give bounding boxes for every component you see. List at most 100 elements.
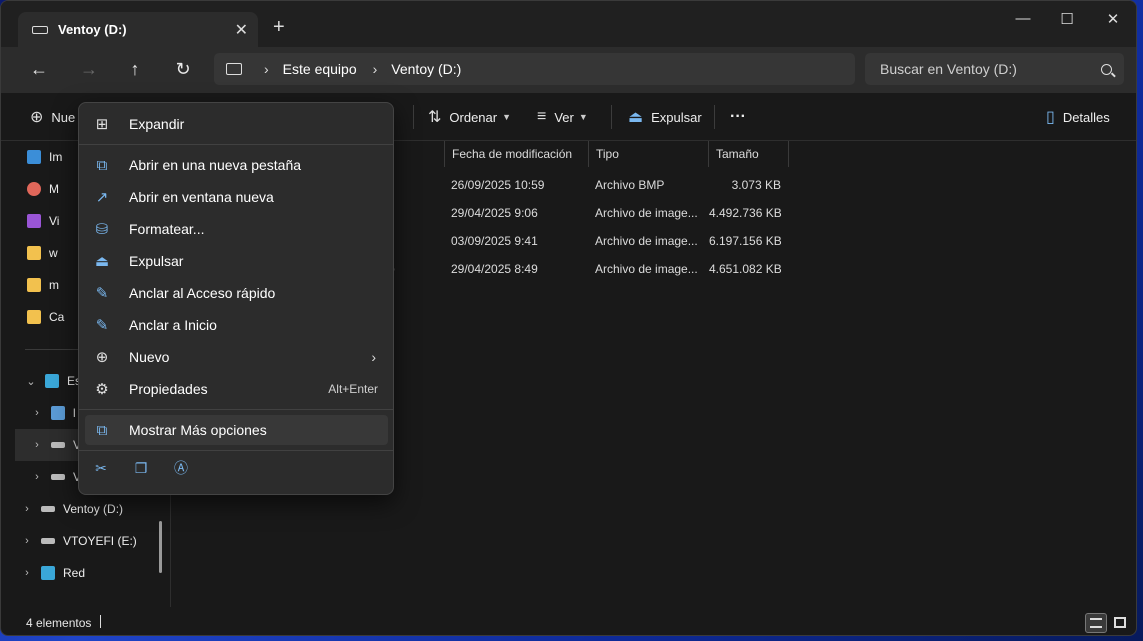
divider <box>714 105 715 129</box>
menu-item-label: Anclar a Inicio <box>129 317 217 333</box>
column-header-date[interactable]: Fecha de modificación <box>444 141 588 167</box>
chevron-right-icon[interactable]: › <box>31 471 43 483</box>
sidebar-item-label: Red <box>63 566 86 580</box>
details-label: Detalles <box>1062 109 1110 125</box>
breadcrumb-ventoy[interactable]: Ventoy (D:) <box>391 61 461 77</box>
this-pc-icon <box>226 63 242 75</box>
music-icon <box>27 182 41 196</box>
drive-icon <box>41 506 55 512</box>
divider <box>611 105 612 129</box>
drive-icon <box>51 442 65 448</box>
column-header-size[interactable]: Tamaño <box>708 141 789 167</box>
new-button[interactable]: ⊕ Nue <box>30 93 75 141</box>
view-button[interactable]: ≡ Ver ▼ <box>537 93 588 141</box>
more-options-icon: ⧉ <box>96 421 108 439</box>
menu-item-label: Propiedades <box>129 381 208 397</box>
close-window-button[interactable]: ✕ <box>1090 10 1136 28</box>
status-bar: 4 elementos <box>1 607 1136 635</box>
breadcrumb-este-equipo[interactable]: Este equipo <box>283 61 357 77</box>
add-icon: ⊕ <box>30 109 44 126</box>
sidebar-item-label: m <box>49 278 59 292</box>
file-type: Archivo de image... <box>595 206 698 220</box>
divider <box>413 105 414 129</box>
cut-icon[interactable]: ✂ <box>93 460 109 476</box>
menu-item-label: Abrir en ventana nueva <box>129 189 274 205</box>
chevron-right-icon[interactable]: › <box>21 535 33 547</box>
format-icon: ⛁ <box>95 221 109 238</box>
pin-icon: ✎ <box>95 285 109 302</box>
close-tab-icon[interactable]: ✕ <box>235 20 248 40</box>
sidebar-item-label: w <box>49 246 58 260</box>
rename-icon[interactable]: Ⓐ <box>173 460 189 476</box>
chevron-right-icon[interactable]: › <box>31 407 43 419</box>
chevron-right-icon[interactable]: › <box>21 567 33 579</box>
sidebar-scrollbar[interactable] <box>159 521 162 573</box>
tab-ventoy[interactable]: Ventoy (D:) ✕ <box>18 12 258 47</box>
chevron-right-icon[interactable]: › <box>31 439 43 451</box>
chevron-down-icon[interactable]: ⌄ <box>25 375 37 388</box>
tiles-view-button[interactable] <box>1109 613 1131 633</box>
more-options-button[interactable]: ··· <box>730 93 746 141</box>
up-button[interactable]: ↑ <box>123 59 147 81</box>
menu-item-new[interactable]: ⊕ Nuevo › <box>85 342 388 372</box>
menu-item-format[interactable]: ⛁ Formatear... <box>85 214 388 244</box>
sort-label: Ordenar <box>449 109 498 125</box>
column-header-type[interactable]: Tipo <box>588 141 708 167</box>
details-view-button[interactable] <box>1085 613 1107 633</box>
chevron-right-icon[interactable]: › <box>373 61 378 77</box>
chevron-right-icon[interactable]: › <box>264 61 269 77</box>
file-date: 26/09/2025 10:59 <box>451 178 545 192</box>
menu-item-pin-quick-access[interactable]: ✎ Anclar al Acceso rápido <box>85 278 388 308</box>
search-box[interactable]: Buscar en Ventoy (D:) <box>865 53 1124 85</box>
file-date: 03/09/2025 9:41 <box>451 234 538 248</box>
status-divider <box>100 615 101 628</box>
drive-icon <box>51 474 65 480</box>
sidebar-item-vtoyefi[interactable]: › VTOYEFI (E:) <box>1 525 159 557</box>
item-count: 4 elementos <box>26 616 92 630</box>
network-icon <box>41 566 55 580</box>
menu-item-label: Formatear... <box>129 221 205 237</box>
address-bar[interactable]: › Este equipo › Ventoy (D:) <box>214 53 855 85</box>
new-tab-button[interactable]: + <box>273 17 285 37</box>
open-tab-icon: ⧉ <box>96 156 108 174</box>
navigation-bar: ← → ↑ ↻ › Este equipo › Ventoy (D:) Busc… <box>1 47 1136 93</box>
forward-button[interactable]: → <box>77 59 101 81</box>
sidebar-item-ventoy[interactable]: › Ventoy (D:) <box>1 493 159 525</box>
drive-icon <box>51 406 65 420</box>
details-button[interactable]: ▯ Detalles <box>1046 93 1110 141</box>
menu-item-pin-start[interactable]: ✎ Anclar a Inicio <box>85 310 388 340</box>
expand-icon: ⊞ <box>95 116 109 133</box>
list-icon <box>1090 618 1102 628</box>
videos-icon <box>27 214 41 228</box>
menu-item-more-options[interactable]: ⧉ Mostrar Más opciones <box>85 415 388 445</box>
sidebar-item-network[interactable]: › Red <box>1 557 159 589</box>
menu-item-open-new-window[interactable]: ↗ Abrir en ventana nueva <box>85 182 388 212</box>
file-size: 6.197.156 KB <box>709 234 781 248</box>
menu-shortcut: Alt+Enter <box>328 382 378 396</box>
sidebar-item-label: l <box>73 406 76 420</box>
file-size: 4.492.736 KB <box>709 206 781 220</box>
chevron-right-icon[interactable]: › <box>21 503 33 515</box>
file-size: 3.073 KB <box>731 178 781 192</box>
this-pc-icon <box>45 374 59 388</box>
menu-item-properties[interactable]: ⚙ Propiedades Alt+Enter <box>85 374 388 404</box>
maximize-button[interactable]: ☐ <box>1044 10 1090 28</box>
folder-icon <box>27 310 41 324</box>
menu-item-expandir[interactable]: ⊞ Expandir <box>85 109 388 139</box>
images-icon <box>27 150 41 164</box>
copy-icon[interactable]: ❐ <box>133 460 149 476</box>
eject-button[interactable]: ⏏ Expulsar <box>628 93 702 141</box>
minimize-button[interactable]: — <box>1000 10 1046 27</box>
details-pane-icon: ▯ <box>1046 109 1055 126</box>
sort-button[interactable]: ⇅ Ordenar ▼ <box>428 93 511 141</box>
menu-item-open-new-tab[interactable]: ⧉ Abrir en una nueva pestaña <box>85 150 388 180</box>
chevron-down-icon: ▼ <box>578 112 588 122</box>
refresh-button[interactable]: ↻ <box>171 59 195 81</box>
eject-label: Expulsar <box>651 109 702 125</box>
menu-item-label: Expandir <box>129 116 185 132</box>
view-label: Ver <box>554 109 574 125</box>
back-button[interactable]: ← <box>27 59 51 81</box>
menu-item-eject[interactable]: ⏏ Expulsar <box>85 246 388 276</box>
new-label: Nue <box>51 109 76 125</box>
open-window-icon: ↗ <box>95 189 109 206</box>
